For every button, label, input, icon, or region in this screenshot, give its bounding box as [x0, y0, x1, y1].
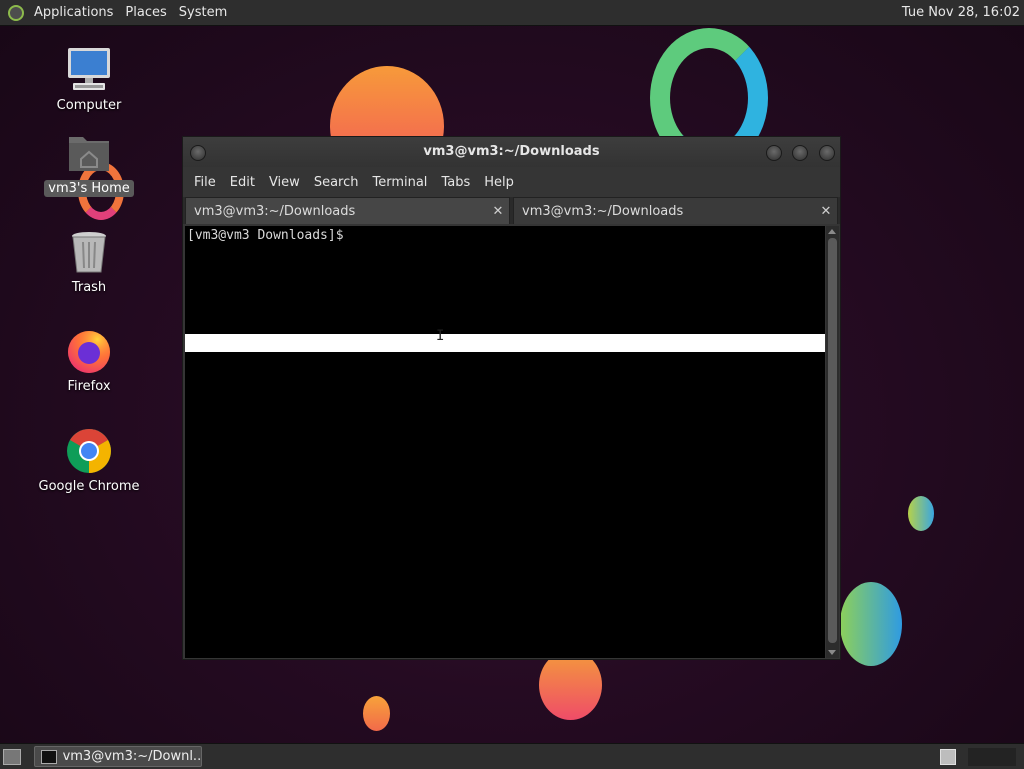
computer-icon	[65, 46, 113, 94]
panel-clock[interactable]: Tue Nov 28, 16:02	[902, 0, 1020, 25]
menu-tabs[interactable]: Tabs	[434, 175, 477, 190]
text-cursor-icon: I	[436, 328, 445, 344]
home-folder-icon	[65, 129, 113, 177]
desktop-icon-home[interactable]: vm3's Home	[34, 129, 144, 197]
scroll-down-icon[interactable]	[828, 650, 836, 655]
window-title: vm3@vm3:~/Downloads	[423, 144, 600, 159]
distro-logo-icon[interactable]	[8, 4, 24, 21]
terminal-tabs: vm3@vm3:~/Downloads ✕ vm3@vm3:~/Download…	[183, 197, 840, 224]
close-button[interactable]	[819, 145, 835, 161]
wallpaper-shape	[840, 582, 902, 666]
menu-terminal[interactable]: Terminal	[365, 175, 434, 190]
menu-help[interactable]: Help	[477, 175, 521, 190]
desktop-icon-label: Computer	[56, 98, 122, 113]
desktop-icon-label: Trash	[71, 280, 107, 295]
firefox-icon	[65, 327, 113, 375]
desktop-icon-label: Google Chrome	[38, 479, 140, 494]
wallpaper-shape	[363, 696, 390, 731]
minimize-button[interactable]	[766, 145, 782, 161]
terminal-scrollbar[interactable]	[826, 226, 839, 658]
terminal-menubar: File Edit View Search Terminal Tabs Help	[183, 167, 840, 197]
terminal-tab-2[interactable]: vm3@vm3:~/Downloads ✕	[513, 197, 838, 224]
maximize-button[interactable]	[792, 145, 808, 161]
tab-label: vm3@vm3:~/Downloads	[194, 204, 356, 219]
desktop-icon-label: Firefox	[67, 379, 111, 394]
scrollbar-thumb[interactable]	[828, 238, 837, 643]
workspace-1[interactable]	[940, 749, 956, 765]
taskbar-terminal-button[interactable]: vm3@vm3:~/Downl...	[34, 746, 202, 767]
desktop-icon-trash[interactable]: Trash	[34, 228, 144, 296]
wallpaper-shape	[908, 496, 934, 531]
terminal-window: vm3@vm3:~/Downloads File Edit View Searc…	[182, 136, 841, 660]
tab-close-icon[interactable]: ✕	[819, 198, 833, 226]
desktop-icon-label: vm3's Home	[44, 180, 134, 197]
menu-system[interactable]: System	[173, 0, 233, 25]
terminal-icon	[41, 749, 57, 764]
selection-highlight	[185, 334, 825, 352]
window-titlebar[interactable]: vm3@vm3:~/Downloads	[183, 137, 840, 167]
trash-icon	[65, 228, 113, 276]
tab-close-icon[interactable]: ✕	[491, 198, 505, 226]
chrome-icon	[65, 427, 113, 475]
taskbar-task-label: vm3@vm3:~/Downl...	[62, 749, 201, 764]
terminal-tab-1[interactable]: vm3@vm3:~/Downloads ✕	[185, 197, 510, 224]
tab-label: vm3@vm3:~/Downloads	[522, 204, 684, 219]
menu-places[interactable]: Places	[119, 0, 172, 25]
wallpaper-shape	[539, 650, 602, 720]
scroll-up-icon[interactable]	[828, 229, 836, 234]
desktop-icon-firefox[interactable]: Firefox	[34, 327, 144, 395]
top-panel: Applications Places System Tue Nov 28, 1…	[0, 0, 1024, 26]
workspace-2[interactable]	[968, 748, 1016, 766]
desktop-icon-computer[interactable]: Computer	[34, 46, 144, 114]
terminal-output[interactable]: [vm3@vm3 Downloads]$ I	[185, 226, 825, 658]
shell-prompt: [vm3@vm3 Downloads]$	[187, 228, 344, 243]
menu-file[interactable]: File	[187, 175, 223, 190]
desktop-icon-chrome[interactable]: Google Chrome	[34, 427, 144, 495]
menu-applications[interactable]: Applications	[28, 0, 119, 25]
menu-edit[interactable]: Edit	[223, 175, 262, 190]
menu-search[interactable]: Search	[307, 175, 366, 190]
show-desktop-icon[interactable]	[3, 749, 21, 765]
bottom-panel: vm3@vm3:~/Downl...	[0, 743, 1024, 769]
menu-view[interactable]: View	[262, 175, 307, 190]
